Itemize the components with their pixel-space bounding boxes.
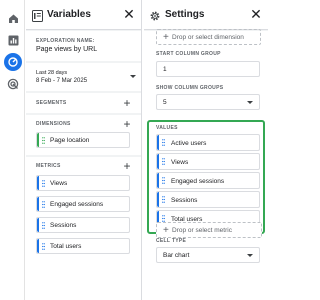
value-label: Views [171,159,189,166]
drop-dimension-target[interactable]: + Drop or select dimension [156,29,261,45]
value-chip[interactable]: Sessions [156,191,260,208]
value-label: Sessions [171,197,198,204]
cell-type-value: Bar chart [163,252,190,259]
settings-panel: Settings ✕ + Drop or select dimension ST… [144,0,268,300]
advertising-icon[interactable] [6,77,20,91]
metric-chip[interactable]: Views [36,175,130,191]
exploration-name-label: EXPLORATION NAME: [36,38,95,44]
show-column-groups-select[interactable]: 5 [156,94,260,110]
variables-header: Variables ✕ [26,0,141,30]
add-icon: + [163,225,169,236]
drag-handle-icon [42,243,45,250]
segments-label: SEGMENTS [36,100,67,106]
drag-handle-icon [162,139,165,146]
add-dimension-button[interactable]: + [122,118,132,130]
nav-rail [0,0,25,300]
show-column-groups-value: 5 [163,99,167,106]
metric-chip[interactable]: Sessions [36,217,130,233]
date-chevron-down-icon [130,75,136,78]
dimension-label: Page location [50,137,90,144]
home-icon[interactable] [6,11,20,25]
settings-title: Settings [165,9,205,20]
date-preset-label: Last 28 days [36,70,68,76]
exploration-name-section: EXPLORATION NAME: Page views by URL [26,31,141,61]
close-settings-button[interactable]: ✕ [249,6,263,22]
dimensions-section: DIMENSIONS + Page location [26,115,141,155]
date-range-selector[interactable]: Last 28 days 8 Feb - 7 Mar 2025 [34,67,136,87]
cell-type-label: CELL TYPE [156,238,187,244]
variables-panel: Variables ✕ EXPLORATION NAME: Page views… [26,0,142,300]
start-column-group-input[interactable]: 1 [156,61,260,77]
settings-body: + Drop or select dimension START COLUMN … [144,29,268,300]
metrics-section: METRICS + Views Engaged sessions Session… [26,157,141,300]
settings-header: Settings ✕ [144,0,268,30]
segments-section: SEGMENTS + [26,93,141,113]
metric-label: Total users [50,243,82,250]
chevron-down-icon [247,101,253,104]
dimension-chip[interactable]: Page location [36,132,130,148]
values-label: VALUES [156,125,178,131]
drop-metric-text: Drop or select metric [172,227,232,234]
metric-chip[interactable]: Total users [36,238,130,254]
drop-metric-target[interactable]: + Drop or select metric [156,222,262,238]
metric-label: Views [50,180,68,187]
drag-handle-icon [42,180,45,187]
drag-handle-icon [42,222,45,229]
drag-handle-icon [162,177,165,184]
date-range-section: Last 28 days 8 Feb - 7 Mar 2025 [26,63,141,91]
value-chip[interactable]: Active users [156,134,260,151]
variables-title: Variables [47,9,91,20]
drag-handle-icon [162,158,165,165]
date-range-text: 8 Feb - 7 Mar 2025 [36,78,88,84]
add-icon: + [163,32,169,43]
show-column-groups-label: SHOW COLUMN GROUPS [156,85,224,91]
value-chip[interactable]: Engaged sessions [156,172,260,189]
close-variables-button[interactable]: ✕ [122,6,136,22]
add-segment-button[interactable]: + [122,97,132,109]
settings-gear-icon [149,9,160,21]
drag-handle-icon [42,137,45,144]
drop-dimension-text: Drop or select dimension [172,34,244,41]
variables-icon [32,9,43,22]
start-column-group-label: START COLUMN GROUP [156,51,221,57]
add-metric-button[interactable]: + [122,160,132,172]
metrics-label: METRICS [36,163,61,169]
reports-icon[interactable] [6,33,20,47]
explore-icon[interactable] [4,53,22,71]
drag-handle-icon [42,201,45,208]
values-section: VALUES Active users Views Engaged sessio… [147,120,265,234]
value-label: Active users [171,140,207,147]
cell-type-select[interactable]: Bar chart [156,247,260,263]
drag-handle-icon [162,215,165,222]
metric-chip[interactable]: Engaged sessions [36,196,130,212]
start-column-group-value: 1 [163,66,167,73]
value-chip[interactable]: Views [156,153,260,170]
drag-handle-icon [162,196,165,203]
exploration-name-value[interactable]: Page views by URL [36,46,97,53]
metric-label: Engaged sessions [50,201,104,208]
chevron-down-icon [247,254,253,257]
dimensions-label: DIMENSIONS [36,121,71,127]
metric-label: Sessions [50,222,77,229]
value-label: Engaged sessions [171,178,225,185]
